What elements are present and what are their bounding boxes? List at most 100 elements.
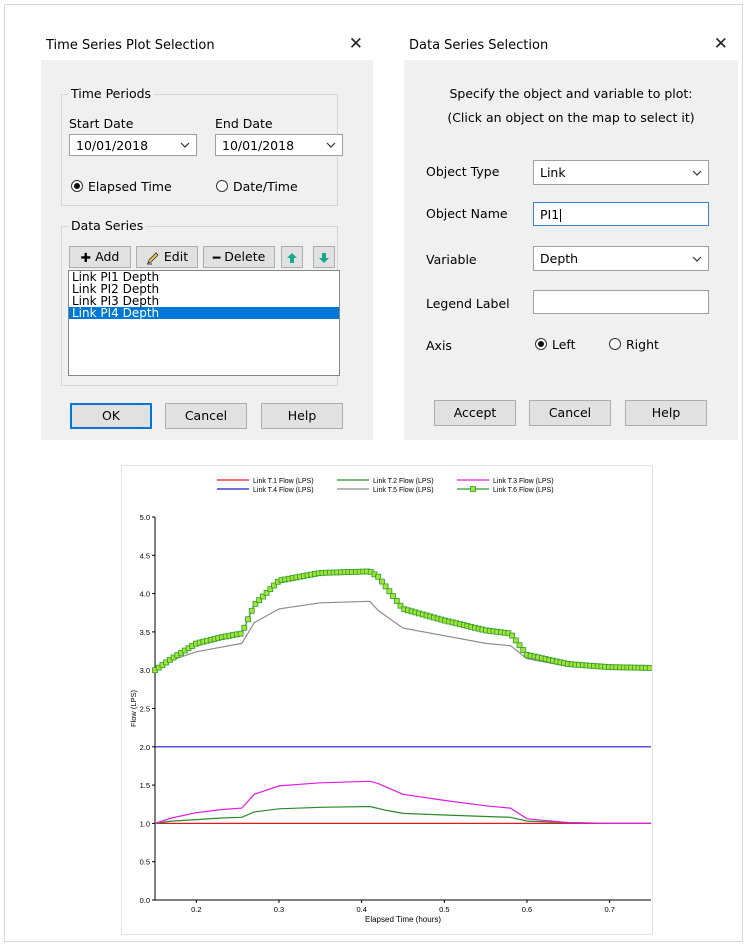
series-marker-6 [245,616,251,623]
x-tick-label: 0.7 [604,905,614,914]
y-tick-label: 3.0 [140,666,150,675]
pencil-icon [146,251,159,264]
dialog-titlebar: Time Series Plot Selection ✕ [41,30,373,60]
legend-label-5: Link T.5 Flow (LPS) [373,487,434,494]
y-tick-label: 4.0 [140,590,150,599]
edit-label: Edit [163,249,189,264]
start-date-value: 10/01/2018 [76,138,149,153]
arrow-down-icon [319,252,329,263]
start-date-label: Start Date [69,116,134,131]
object-type-label: Object Type [426,164,500,179]
add-label: Add [95,249,120,264]
x-axis-label: Elapsed Time (hours) [365,915,441,924]
chevron-down-icon [326,142,336,148]
chevron-down-icon [692,170,702,176]
object-name-value: PI1 [540,207,560,222]
series-marker-6 [646,664,653,671]
chevron-down-icon [692,256,702,262]
dialog-title: Data Series Selection [409,38,549,53]
radio-unselected-icon [216,180,228,192]
ok-button[interactable]: OK [70,403,152,429]
help-button[interactable]: Help [261,403,343,429]
date-time-radio[interactable]: Date/Time [216,178,306,196]
end-date-value: 10/01/2018 [222,138,295,153]
date-time-label: Date/Time [233,179,298,194]
plus-icon: ✚ [80,249,92,265]
start-date-select[interactable]: 10/01/2018 [69,134,197,156]
add-series-button[interactable]: ✚ Add [69,246,131,268]
y-tick-label: 1.5 [140,781,150,790]
delete-series-button[interactable]: ━ Delete [203,246,275,268]
series-marker-6 [386,588,393,595]
x-tick-label: 0.2 [191,905,201,914]
object-type-value: Link [540,165,566,180]
legend-label-1: Link T.1 Flow (LPS) [253,478,314,485]
x-tick-label: 0.6 [522,905,532,914]
variable-value: Depth [540,251,579,266]
time-periods-label: Time Periods [68,86,155,101]
y-tick-label: 2.0 [140,743,150,752]
legend-label-label: Legend Label [426,296,510,311]
axis-right-radio[interactable]: Right [609,336,669,354]
series-line-3 [154,780,651,824]
end-date-label: End Date [215,116,273,131]
radio-unselected-icon [609,338,621,350]
x-tick-label: 0.3 [274,905,284,914]
elapsed-time-radio[interactable]: Elapsed Time [71,178,181,196]
chevron-down-icon [180,142,190,148]
prompt-line-1: Specify the object and variable to plot: [449,86,693,101]
variable-select[interactable]: Depth [533,246,709,271]
legend-marker-6 [470,486,476,492]
axis-label: Axis [426,338,452,353]
x-tick-label: 0.5 [439,905,449,914]
data-series-label: Data Series [68,218,147,233]
legend-label-3: Link T.3 Flow (LPS) [493,478,554,485]
arrow-up-icon [287,252,297,263]
object-name-label: Object Name [426,206,508,221]
dialog-title: Time Series Plot Selection [46,38,215,53]
series-marker-6 [520,647,527,653]
variable-label: Variable [426,252,477,267]
series-marker-6 [516,642,523,649]
object-name-text: PI1 [540,207,562,222]
list-item-selected[interactable]: Link PI4 Depth [69,307,339,319]
time-series-plot-selection-dialog: Time Series Plot Selection ✕ Time Period… [41,30,373,440]
x-tick-label: 0.4 [356,905,366,914]
series-marker-6 [375,573,382,580]
axis-right-label: Right [626,337,659,352]
close-icon[interactable]: ✕ [714,34,728,54]
legend-label-6: Link T.6 Flow (LPS) [493,487,554,494]
cancel-button[interactable]: Cancel [165,403,247,429]
radio-selected-icon [71,180,83,192]
move-up-button[interactable] [281,246,303,268]
edit-series-button[interactable]: Edit [136,246,198,268]
object-name-field[interactable]: PI1 [533,202,709,226]
object-type-select[interactable]: Link [533,160,709,185]
move-down-button[interactable] [313,246,335,268]
data-series-selection-dialog: Data Series Selection ✕ Specify the obje… [404,30,738,440]
cancel-button[interactable]: Cancel [529,400,611,426]
elapsed-time-label: Elapsed Time [88,179,172,194]
y-tick-label: 4.5 [140,551,150,560]
text-caret [560,209,562,222]
axis-left-label: Left [552,337,576,352]
flow-chart: 0.0 0.5 1.0 1.5 2.0 2.5 3.0 3.5 4.0 4.5 5.0 0.2 0.3 0… [129,478,653,924]
data-series-list[interactable]: Link PI1 Depth Link PI2 Depth Link PI3 D… [68,270,340,376]
y-tick-label: 1.0 [140,819,150,828]
end-date-select[interactable]: 10/01/2018 [215,134,343,156]
series-marker-6 [509,632,516,639]
minus-icon: ━ [212,249,221,265]
series-marker-6 [512,637,519,644]
legend-label-2: Link T.2 Flow (LPS) [373,478,434,485]
accept-button[interactable]: Accept [434,400,516,426]
axis-left-radio[interactable]: Left [535,336,595,354]
series-marker-6 [237,630,244,637]
close-icon[interactable]: ✕ [349,34,363,54]
legend-label-field[interactable] [533,290,709,314]
series-marker-6 [241,624,248,631]
y-tick-label: 3.5 [140,628,150,637]
help-button[interactable]: Help [625,400,707,426]
radio-selected-icon [535,338,547,350]
y-tick-label: 0.0 [140,896,150,905]
flow-chart-panel: 0.0 0.5 1.0 1.5 2.0 2.5 3.0 3.5 4.0 4.5 5.0 0.2 0.3 0… [121,465,653,935]
